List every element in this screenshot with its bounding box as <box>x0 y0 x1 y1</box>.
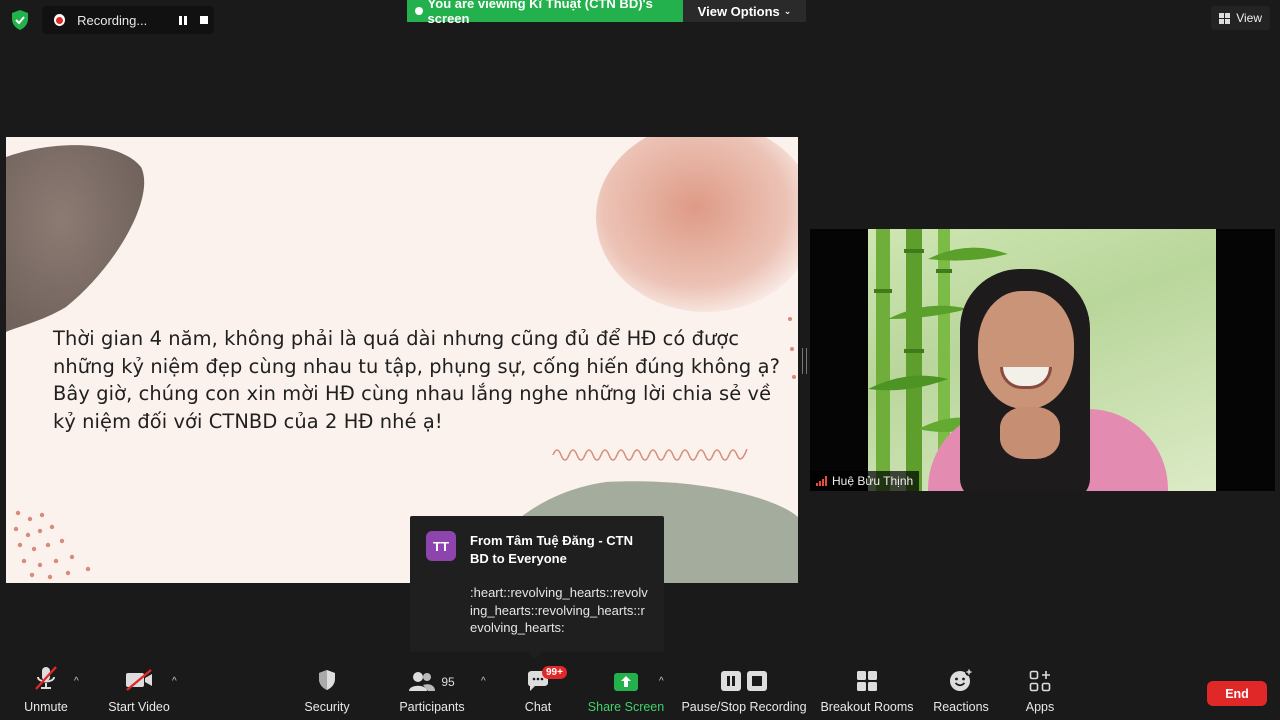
participants-count: 95 <box>441 675 455 689</box>
grid-view-icon <box>1219 12 1231 24</box>
apps-icon <box>1029 662 1051 692</box>
recording-controls-icon <box>721 662 767 692</box>
view-label: View <box>1236 11 1262 25</box>
breakout-rooms-button[interactable]: Breakout Rooms <box>820 662 914 720</box>
chevron-down-icon: ⌄ <box>783 5 792 16</box>
chat-sender-line: From Tâm Tuệ Đăng - CTN BD to Everyone <box>470 533 633 566</box>
apps-label: Apps <box>1025 700 1055 714</box>
recording-label: Recording... <box>77 12 148 28</box>
viewing-banner-text: You are viewing Kĩ Thuật (CTN BD)'s scre… <box>427 0 653 26</box>
shared-screen[interactable]: Thời gian 4 năm, không phải là quá dài n… <box>6 137 798 583</box>
chat-bubble-icon: 99+ <box>526 662 567 692</box>
slide-text: Thời gian 4 năm, không phải là quá dài n… <box>53 327 780 433</box>
share-options-caret-icon[interactable]: ^ <box>659 676 664 687</box>
view-button[interactable]: View <box>1211 6 1270 30</box>
share-screen-icon <box>613 662 639 692</box>
participants-icon-wrapper: 95 <box>409 662 455 692</box>
participant-name-tag: Huệ Bửu Thịnh <box>810 471 920 491</box>
breakout-rooms-label: Breakout Rooms <box>820 700 914 714</box>
sender-avatar: TT <box>426 531 456 561</box>
security-label: Security <box>304 700 350 714</box>
share-screen-button[interactable]: Share Screen <box>588 662 664 720</box>
pause-stop-recording-label: Pause/Stop Recording <box>681 700 807 714</box>
end-meeting-button[interactable]: End <box>1207 681 1267 706</box>
breakout-rooms-icon <box>856 662 878 692</box>
pause-recording-button[interactable] <box>173 9 193 31</box>
unmute-label: Unmute <box>24 700 68 714</box>
split-view-handle[interactable] <box>802 348 807 374</box>
participant-video-feed <box>868 229 1216 491</box>
security-button[interactable]: Security <box>300 662 354 720</box>
connection-signal-icon <box>816 476 827 486</box>
chat-unread-badge: 99+ <box>542 666 567 679</box>
participants-button[interactable]: 95 Participants <box>396 662 468 720</box>
pause-icon <box>179 15 188 25</box>
participants-label: Participants <box>399 700 465 714</box>
unmute-button[interactable]: Unmute <box>18 662 74 720</box>
participant-face <box>978 291 1074 409</box>
stop-recording-button[interactable] <box>194 9 214 31</box>
recording-indicator: Recording... <box>42 6 214 34</box>
stop-icon <box>199 16 208 24</box>
participants-icon <box>409 672 436 691</box>
squiggle-decoration <box>552 448 748 461</box>
pause-stop-recording-button[interactable]: Pause/Stop Recording <box>681 662 807 720</box>
meeting-toolbar: Unmute ^ Start Video ^ Security 95 Parti… <box>0 662 1280 720</box>
video-options-caret-icon[interactable]: ^ <box>172 676 177 687</box>
participant-video-tile[interactable]: Huệ Bửu Thịnh <box>810 229 1275 491</box>
share-screen-label: Share Screen <box>587 700 665 714</box>
security-shield-icon <box>316 662 338 692</box>
view-options-label: View Options <box>697 3 780 19</box>
encryption-shield-icon[interactable] <box>10 9 30 31</box>
start-video-button[interactable]: Start Video <box>104 662 174 720</box>
participant-hand <box>1000 407 1060 459</box>
chat-notification[interactable]: TT From Tâm Tuệ Đăng - CTN BD to Everyon… <box>410 516 664 659</box>
chat-button[interactable]: 99+ Chat <box>518 662 567 720</box>
video-off-icon <box>124 662 154 692</box>
reactions-button[interactable]: Reactions <box>932 662 990 720</box>
chat-label: Chat <box>524 700 552 714</box>
reactions-smiley-icon <box>949 662 973 692</box>
banner-dot-icon <box>415 7 423 15</box>
participant-name: Huệ Bửu Thịnh <box>832 474 914 488</box>
start-video-label: Start Video <box>108 700 170 714</box>
apps-button[interactable]: Apps <box>1020 662 1060 720</box>
audio-options-caret-icon[interactable]: ^ <box>74 676 79 687</box>
view-options-button[interactable]: View Options ⌄ <box>683 0 806 22</box>
muted-microphone-icon <box>33 662 59 692</box>
viewing-screen-banner: You are viewing Kĩ Thuật (CTN BD)'s scre… <box>407 0 683 26</box>
reactions-label: Reactions <box>933 700 989 714</box>
recording-dot-icon <box>54 14 66 26</box>
participants-options-caret-icon[interactable]: ^ <box>481 676 486 687</box>
chat-message-text: :heart::revolving_hearts::revolving_hear… <box>470 585 648 635</box>
